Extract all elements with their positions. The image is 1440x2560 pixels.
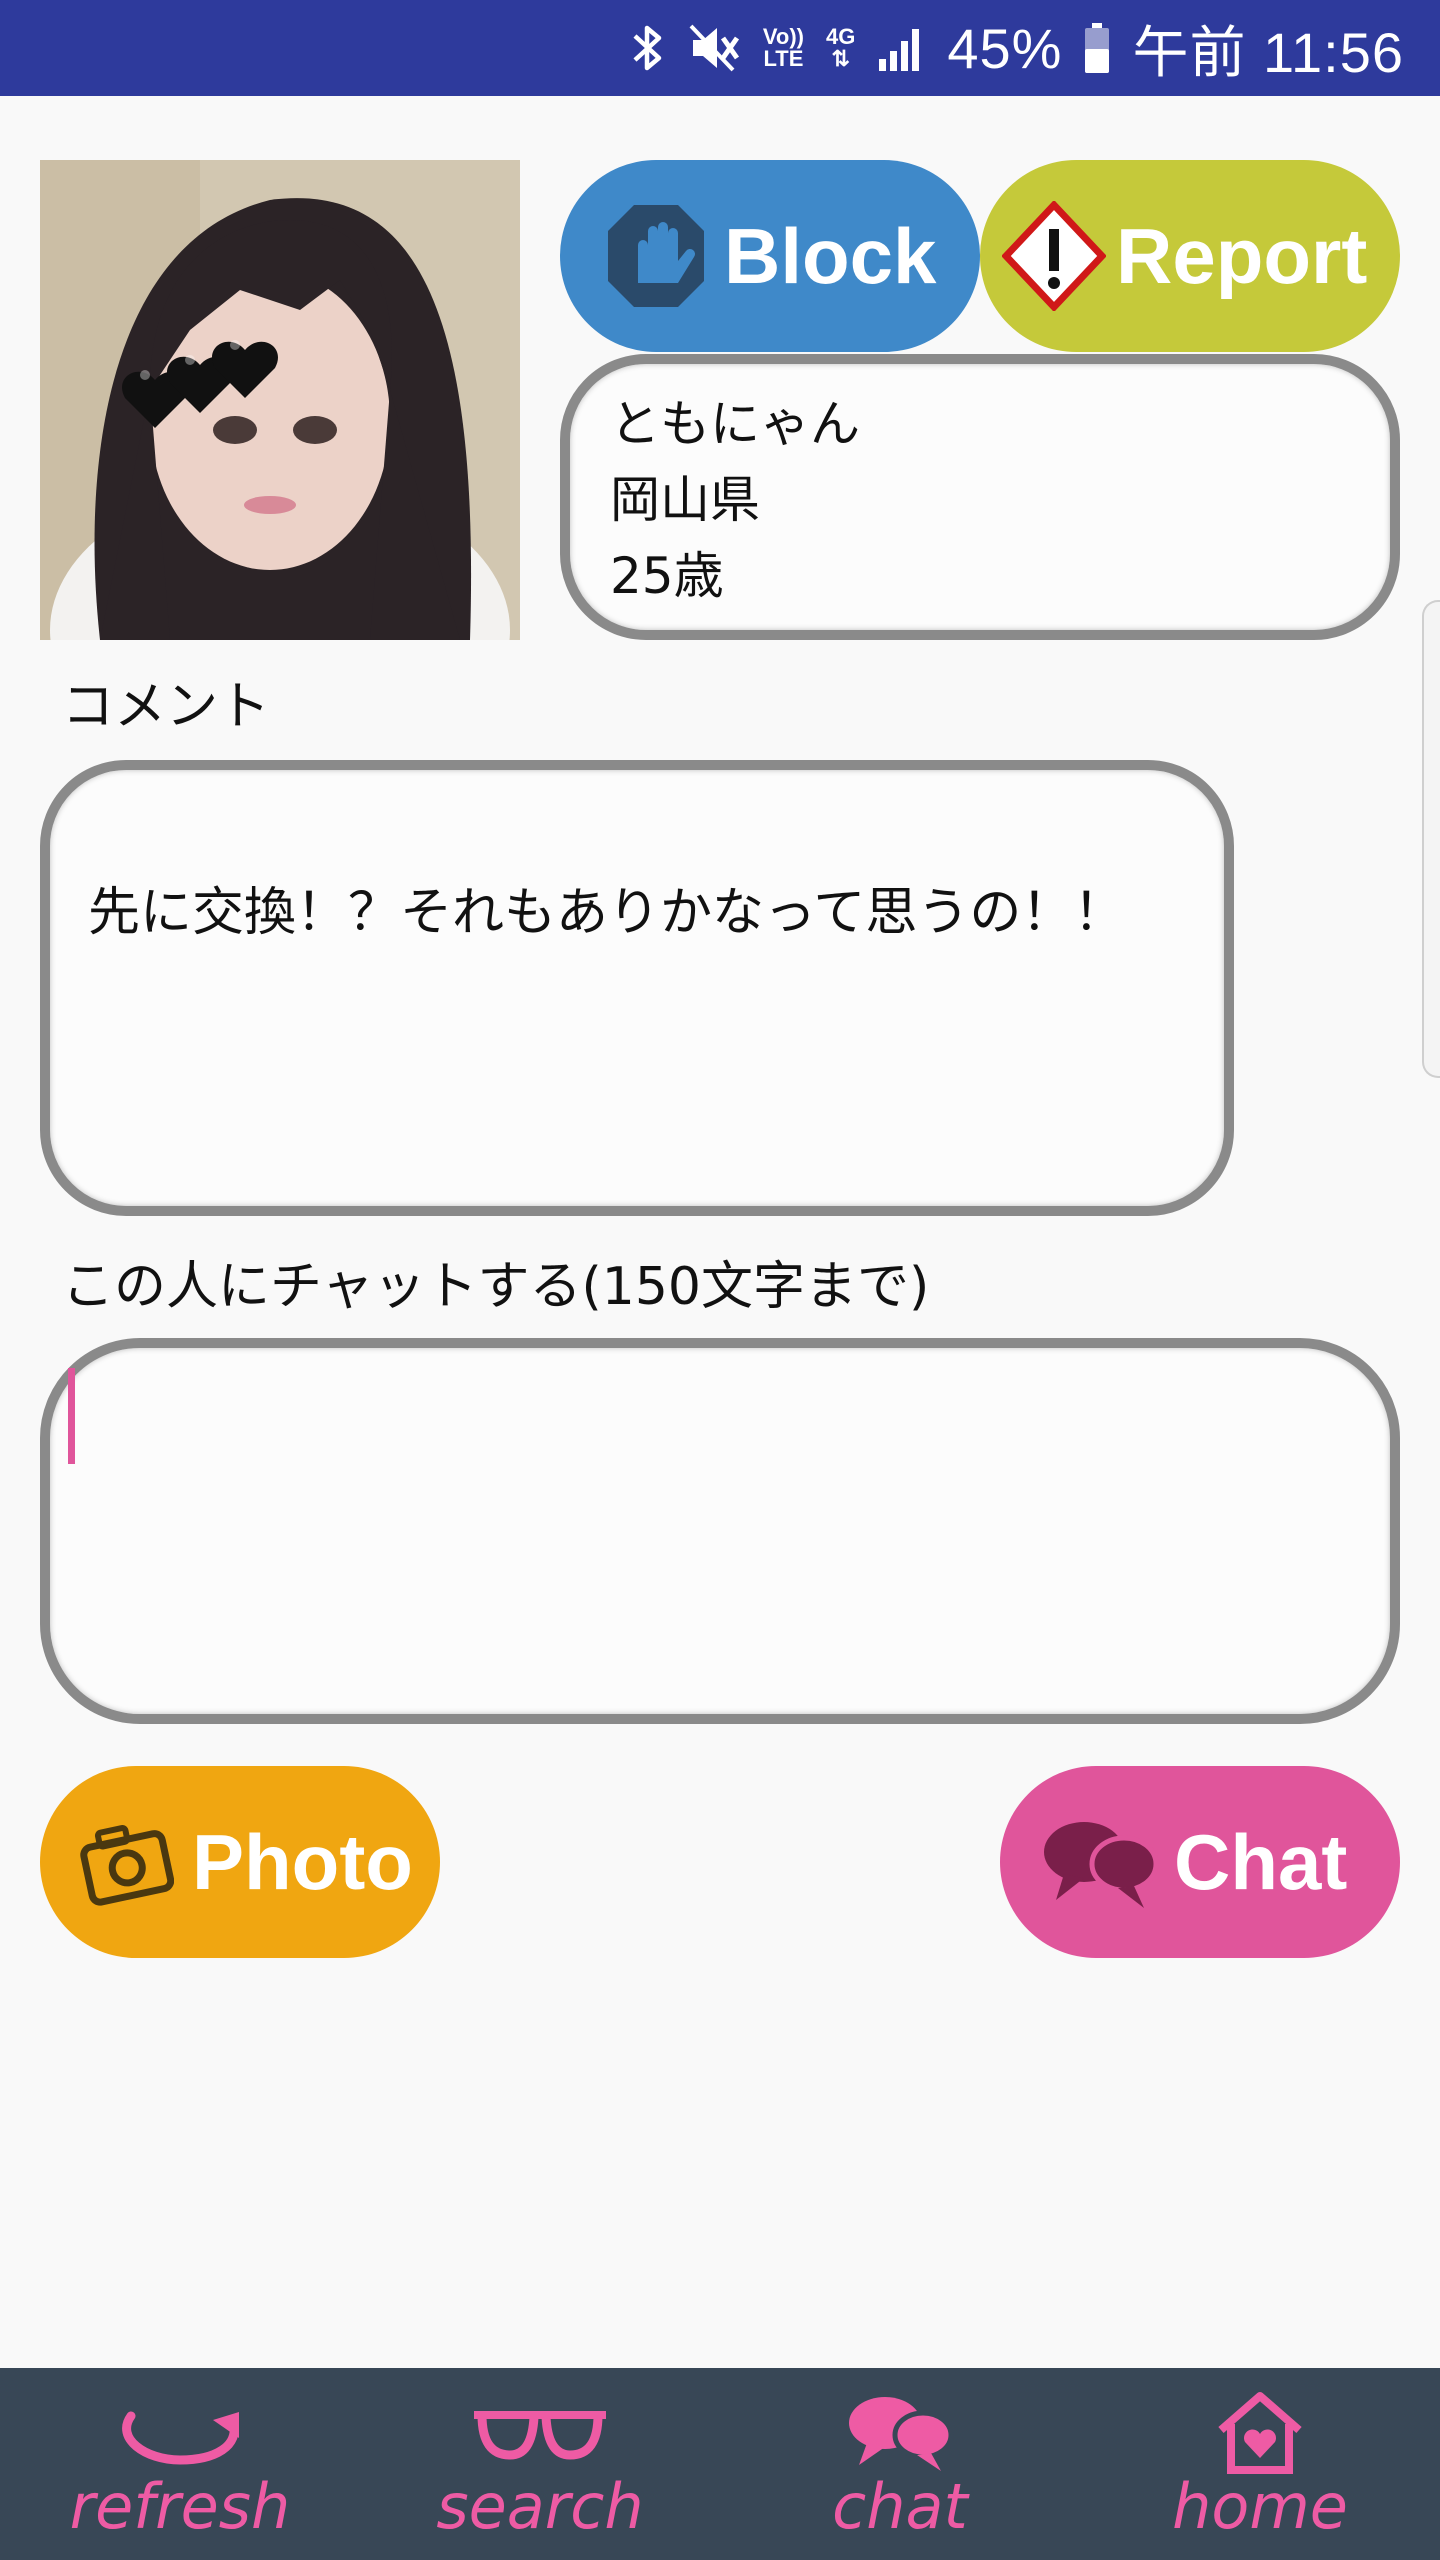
report-label: Report <box>1116 211 1368 300</box>
nav-refresh[interactable]: refresh <box>60 2368 300 2560</box>
chat-send-button[interactable]: Chat <box>1000 1766 1400 1958</box>
stop-hand-icon <box>604 201 708 311</box>
status-bar: Vo)) LTE 4G ⇅ 45% 午前 11:56 <box>0 0 1440 96</box>
battery-icon <box>1084 23 1110 73</box>
camera-icon <box>78 1816 174 1908</box>
mute-icon <box>687 22 741 74</box>
chat-message-input[interactable] <box>40 1338 1400 1724</box>
profile-age: 25歳 <box>610 547 724 605</box>
bottom-navigation: refresh search chat home <box>0 2368 1440 2560</box>
text-cursor <box>68 1368 75 1464</box>
volte-icon: Vo)) LTE <box>762 24 804 71</box>
comment-box: 先に交換！？それもありかなって思うの！！ <box>40 760 1234 1216</box>
comment-text: 先に交換！？それもありかなって思うの！！ <box>88 883 1126 943</box>
battery-percent: 45% <box>947 16 1063 80</box>
nav-chat-label: chat <box>832 2470 968 2543</box>
photo-button[interactable]: Photo <box>40 1766 440 1958</box>
chat-bubbles-icon <box>845 2394 955 2472</box>
nav-refresh-label: refresh <box>69 2470 291 2543</box>
bluetooth-icon <box>631 22 665 74</box>
nav-chat[interactable]: chat <box>780 2368 1020 2560</box>
profile-photo[interactable] <box>40 160 520 640</box>
comment-label: コメント <box>62 677 271 737</box>
warning-icon <box>1002 201 1106 311</box>
refresh-icon <box>115 2394 245 2472</box>
clock: 午前 11:56 <box>1132 20 1404 84</box>
signal-icon <box>877 25 925 71</box>
nav-search[interactable]: search <box>420 2368 660 2560</box>
profile-info-box: ともにゃん 岡山県 25歳 <box>560 354 1400 640</box>
photo-label: Photo <box>192 1817 413 1906</box>
nav-search-label: search <box>436 2470 644 2543</box>
chat-input-label: この人にチャットする(150文字まで) <box>62 1257 930 1317</box>
glasses-icon <box>470 2394 610 2472</box>
block-button[interactable]: Block <box>560 160 980 352</box>
report-button[interactable]: Report <box>980 160 1400 352</box>
scroll-handle[interactable] <box>1422 600 1440 1078</box>
nav-home[interactable]: home <box>1140 2368 1380 2560</box>
block-label: Block <box>724 211 937 300</box>
home-icon <box>1215 2392 1305 2474</box>
chat-label: Chat <box>1174 1817 1348 1906</box>
network-4g-icon: 4G ⇅ <box>826 24 856 71</box>
profile-name: ともにゃん <box>610 395 860 453</box>
profile-prefecture: 岡山県 <box>610 471 760 529</box>
nav-home-label: home <box>1172 2470 1348 2543</box>
chat-bubbles-icon <box>1042 1814 1160 1910</box>
